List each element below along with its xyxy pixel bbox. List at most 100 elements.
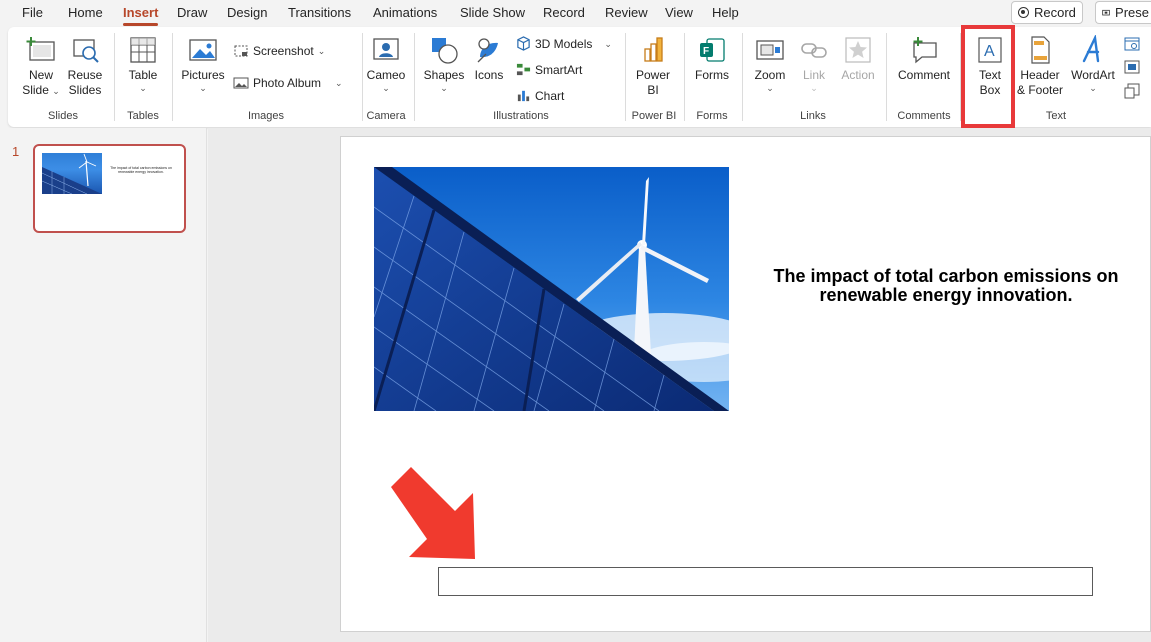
reuse-slides-label-1: Reuse [67,68,103,82]
shapes-label: Shapes [423,68,465,82]
link-icon [801,43,827,58]
chevron-down-icon: ⌄ [382,83,390,93]
icons-button[interactable]: Icons [470,35,508,83]
action-label: Action [841,68,875,82]
group-separator [414,33,415,121]
cameo-button[interactable]: Cameo ⌄ [365,35,407,93]
icons-icon [477,38,498,63]
present-label: Prese [1115,5,1149,20]
reuse-slides-button[interactable]: Reuse Slides [66,35,104,98]
group-label-slides: Slides [48,110,78,122]
solar-wind-photo[interactable] [374,167,729,411]
slide-number: 1 [12,144,20,159]
group-separator [114,33,115,121]
tab-transitions[interactable]: Transitions [288,5,351,20]
tab-file[interactable]: File [22,5,43,20]
header-footer-label-2: & Footer [1016,83,1064,97]
chevron-down-icon: ⌄ [199,83,207,93]
chart-button[interactable]: Chart [516,88,564,103]
chevron-down-icon: ⌄ [810,83,818,93]
new-slide-label-2-text: Slide [22,83,49,97]
comment-button[interactable]: Comment [894,35,954,83]
tab-record[interactable]: Record [543,5,585,20]
group-separator [172,33,173,121]
tab-home[interactable]: Home [68,5,103,20]
group-separator [625,33,626,121]
zoom-button[interactable]: Zoom ⌄ [750,35,790,93]
tab-review[interactable]: Review [605,5,648,20]
power-bi-label-2: BI [647,83,659,97]
slide-number-icon[interactable] [1124,59,1140,75]
record-icon [1018,7,1029,18]
forms-label: Forms [695,68,729,82]
group-separator [684,33,685,121]
slide-title[interactable]: The impact of total carbon emissions on … [751,267,1141,305]
present-button[interactable]: Prese [1095,1,1151,24]
link-label: Link [802,68,825,82]
tab-view[interactable]: View [665,5,693,20]
new-slide-icon [26,37,55,61]
screenshot-button[interactable]: Screenshot ⌄ [233,43,325,59]
reuse-slides-label-2: Slides [68,83,102,97]
slide-thumbnail-1[interactable]: The impact of total carbon emissions on … [33,144,186,233]
tab-animations[interactable]: Animations [373,5,437,20]
group-label-images: Images [247,110,285,122]
object-icon[interactable] [1124,83,1140,99]
text-small-buttons [1124,35,1144,99]
forms-button[interactable]: F Forms [692,35,732,83]
pictures-icon [189,39,217,61]
action-button[interactable]: Action [838,35,878,83]
table-label: Table [128,68,158,82]
chevron-down-icon: ⌄ [766,83,774,93]
chevron-down-icon: ⌄ [335,78,343,88]
group-label-camera: Camera [366,110,406,122]
empty-text-box[interactable] [438,567,1093,596]
date-time-icon[interactable] [1124,35,1140,51]
header-footer-icon [1031,36,1050,64]
cube-icon [517,36,530,51]
tab-design[interactable]: Design [227,5,267,20]
photo-album-button[interactable]: Photo Album ⌄ [233,75,343,91]
tab-help[interactable]: Help [712,5,739,20]
screenshot-icon [234,45,248,57]
cameo-label: Cameo [366,68,406,82]
smartart-button[interactable]: SmartArt [516,62,582,77]
power-bi-label-1: Power [635,68,670,82]
link-button[interactable]: Link ⌄ [796,35,832,93]
table-button[interactable]: Table ⌄ [124,35,162,93]
icons-label: Icons [474,68,504,82]
group-separator [362,33,363,121]
tab-insert[interactable]: Insert [123,5,159,26]
group-label-forms: Forms [696,110,728,122]
wordart-button[interactable]: WordArt ⌄ [1068,35,1118,93]
chevron-down-icon: ⌄ [52,86,60,96]
smartart-icon [516,63,531,76]
new-slide-label-1: New [28,68,53,82]
red-arrow-annotation [391,467,486,567]
header-footer-button[interactable]: Header & Footer [1014,35,1066,98]
group-label-illustrations: Illustrations [493,110,549,122]
wordart-icon [1082,35,1100,63]
svg-text:F: F [703,46,709,57]
photo-album-label: Photo Album [253,76,322,90]
zoom-icon [756,40,784,60]
chevron-down-icon: ⌄ [139,83,147,93]
power-bi-button[interactable]: Power BI [632,35,674,98]
pictures-button[interactable]: Pictures ⌄ [180,35,226,93]
shapes-icon [432,38,458,64]
smartart-label: SmartArt [535,62,583,77]
chart-icon [517,90,530,102]
tab-draw[interactable]: Draw [177,5,207,20]
chevron-down-icon: ⌄ [317,46,326,56]
chevron-down-icon: ⌄ [1089,83,1097,93]
tab-slide-show[interactable]: Slide Show [460,5,525,20]
new-slide-button[interactable]: New Slide ⌄ [22,35,60,98]
record-button[interactable]: Record [1011,1,1083,24]
zoom-label: Zoom [754,68,786,82]
menu-bar: File Home Insert Draw Design Transitions… [0,0,1151,26]
group-label-links: Links [800,110,826,122]
slide-canvas[interactable]: The impact of total carbon emissions on … [340,136,1151,632]
shapes-button[interactable]: Shapes ⌄ [422,35,466,93]
3d-models-button[interactable]: 3D Models ⌄ [516,36,612,51]
slide-thumbnail-pane: 1 The impact of total carbon emissions o… [0,128,207,642]
